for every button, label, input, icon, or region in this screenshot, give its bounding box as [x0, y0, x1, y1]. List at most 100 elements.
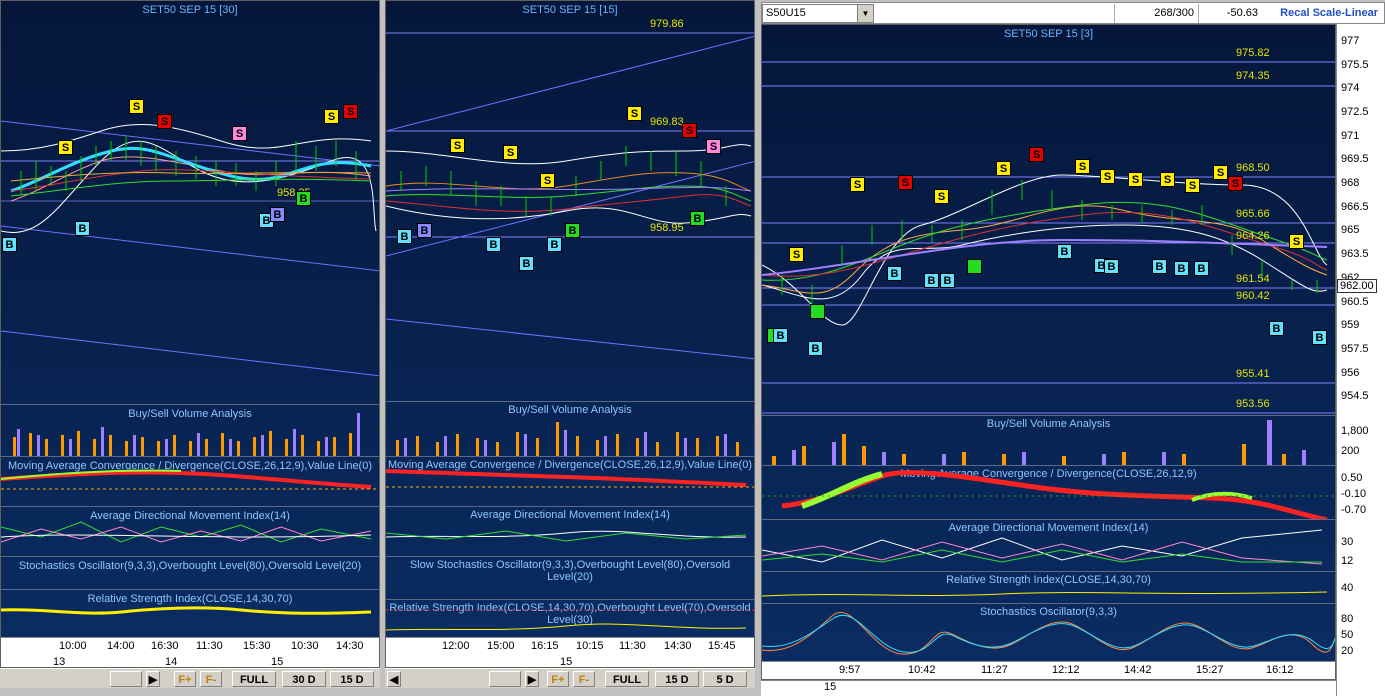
scroll-thumb[interactable] [110, 671, 142, 687]
font-increase-button[interactable]: F+ [174, 671, 196, 687]
buy-signal[interactable]: B [1312, 330, 1327, 345]
scroll-right-button[interactable]: ▶ [525, 671, 539, 687]
stochastic-pane[interactable]: Stochastics Oscillator(9,3,3),Overbought… [1, 556, 379, 589]
sell-signal[interactable]: S [129, 99, 144, 114]
buy-signal-purple[interactable]: B [270, 207, 285, 222]
volume-pane[interactable]: Buy/Sell Volume Analysis [762, 415, 1335, 466]
volume-pane[interactable]: Buy/Sell Volume Analysis [1, 404, 379, 457]
sell-signal-strong[interactable]: S [1029, 147, 1044, 162]
buy-signal[interactable]: B [887, 266, 902, 281]
sell-signal[interactable]: S [1075, 159, 1090, 174]
buy-signal[interactable]: B [486, 237, 501, 252]
rsi-pane[interactable]: Relative Strength Index(CLOSE,14,30,70) [1, 589, 379, 637]
price-axis[interactable]: 977 975.5 974 972.5 971 969.5 968 966.5 … [1336, 24, 1385, 696]
font-decrease-button[interactable]: F- [573, 671, 595, 687]
buy-signal[interactable]: B [547, 237, 562, 252]
stochastic-pane[interactable]: Slow Stochastics Oscillator(9,3,3),Overb… [386, 556, 754, 599]
symbol-value: S50U15 [766, 7, 806, 19]
sell-signal[interactable]: S [540, 173, 555, 188]
price-change: -50.63 [1198, 4, 1262, 23]
adx-pane[interactable]: Average Directional Movement Index(14) [386, 506, 754, 556]
sell-signal-strong[interactable]: S [343, 104, 358, 119]
adx-pane[interactable]: Average Directional Movement Index(14) [762, 519, 1335, 571]
sell-signal[interactable]: S [1128, 172, 1143, 187]
sell-signal[interactable]: S [1160, 172, 1175, 187]
buy-signal[interactable]: B [1104, 259, 1119, 274]
sell-signal[interactable]: S [450, 138, 465, 153]
full-range-button[interactable]: FULL [232, 671, 276, 687]
buy-signal[interactable]: B [940, 273, 955, 288]
range-30d-button[interactable]: 30 D [282, 671, 326, 687]
scroll-left-button[interactable]: ◀ [387, 671, 401, 687]
buy-signal[interactable]: B [519, 256, 534, 271]
price-chart[interactable] [1, 1, 380, 401]
buy-signal[interactable]: B [808, 341, 823, 356]
time-tick: 14:00 [107, 640, 135, 652]
buy-signal[interactable]: B [1194, 261, 1209, 276]
sell-signal[interactable]: S [1100, 169, 1115, 184]
chevron-down-icon[interactable]: ▼ [857, 5, 873, 22]
sell-signal[interactable]: S [1185, 178, 1200, 193]
price-tick: 972.5 [1341, 106, 1369, 118]
scroll-right-button[interactable]: ▶ [146, 671, 160, 687]
sell-signal[interactable]: S [789, 247, 804, 262]
adx-pane[interactable]: Average Directional Movement Index(14) [1, 506, 379, 556]
sell-signal[interactable]: S [503, 145, 518, 160]
price-chart[interactable] [762, 25, 1336, 415]
sell-signal-strong[interactable]: S [682, 123, 697, 138]
full-range-button[interactable]: FULL [605, 671, 649, 687]
range-5d-button[interactable]: 5 D [703, 671, 747, 687]
stochastic-pane[interactable]: Stochastics Oscillator(9,3,3) [762, 603, 1335, 661]
buy-signal-green[interactable]: B [296, 191, 311, 206]
buy-signal[interactable]: B [397, 229, 412, 244]
font-decrease-button[interactable]: F- [200, 671, 222, 687]
buy-signal[interactable]: B [924, 273, 939, 288]
macd-pane[interactable]: Moving Average Convergence / Divergence(… [1, 456, 379, 506]
buy-signal-green[interactable] [967, 259, 982, 274]
price-chart[interactable] [386, 1, 755, 401]
stochastic-tick: 80 [1341, 613, 1354, 625]
buy-signal-green[interactable]: B [565, 223, 580, 238]
buy-signal[interactable]: B [1152, 259, 1167, 274]
symbol-select[interactable]: S50U15 ▼ [762, 4, 874, 23]
macd-pane[interactable]: Moving Average Convergence / Divergence(… [762, 465, 1335, 520]
buy-signal[interactable]: B [1057, 244, 1072, 259]
sell-signal[interactable]: S [324, 109, 339, 124]
sell-signal-strong[interactable]: S [898, 175, 913, 190]
buy-signal[interactable]: B [1174, 261, 1189, 276]
buy-signal-purple[interactable]: B [417, 223, 432, 238]
macd-pane[interactable]: Moving Average Convergence / Divergence(… [386, 456, 754, 506]
buy-signal-green[interactable] [810, 304, 825, 319]
buy-signal-green[interactable]: B [690, 211, 705, 226]
buy-signal[interactable]: B [773, 328, 788, 343]
volume-pane[interactable]: Buy/Sell Volume Analysis [386, 401, 754, 457]
sell-signal[interactable]: S [1289, 234, 1304, 249]
sell-signal[interactable]: S [1213, 165, 1228, 180]
sell-signal[interactable]: S [934, 189, 949, 204]
sell-signal[interactable]: S [996, 161, 1011, 176]
buy-signal[interactable]: B [2, 237, 17, 252]
chart-panel-3min[interactable]: SET50 SEP 15 [3] 975.82 974.35 968.50 96… [761, 24, 1336, 680]
scroll-thumb[interactable] [489, 671, 521, 687]
rsi-pane[interactable]: Relative Strength Index(CLOSE,14,30,70),… [386, 599, 754, 637]
sell-signal-pink[interactable]: S [706, 139, 721, 154]
range-15d-button[interactable]: 15 D [330, 671, 374, 687]
sell-signal-strong[interactable]: S [157, 114, 172, 129]
chart-panel-15min[interactable]: SET50 SEP 15 [15] 979.86 969.83 958.95 S… [385, 0, 755, 668]
volume-tick: 200 [1341, 445, 1360, 457]
sell-signal-pink[interactable]: S [232, 126, 247, 141]
chart-panel-30min[interactable]: SET50 SEP 15 [30] 958.35 S S S S S S B B… [0, 0, 380, 668]
buy-signal[interactable]: B [1269, 321, 1284, 336]
time-tick: 10:15 [576, 640, 604, 652]
sell-signal[interactable]: S [850, 177, 865, 192]
sell-signal-strong[interactable]: S [1228, 176, 1243, 191]
range-15d-button[interactable]: 15 D [655, 671, 699, 687]
buy-signal[interactable]: B [75, 221, 90, 236]
recalc-scale-button[interactable]: Recal Scale-Linear [1276, 4, 1382, 23]
stochastic-title: Stochastics Oscillator(9,3,3),Overbought… [18, 560, 362, 572]
sell-signal[interactable]: S [58, 140, 73, 155]
font-increase-button[interactable]: F+ [547, 671, 569, 687]
sell-signal[interactable]: S [627, 106, 642, 121]
rsi-pane[interactable]: Relative Strength Index(CLOSE,14,30,70) [762, 571, 1335, 603]
price-tick: 968 [1341, 177, 1360, 189]
